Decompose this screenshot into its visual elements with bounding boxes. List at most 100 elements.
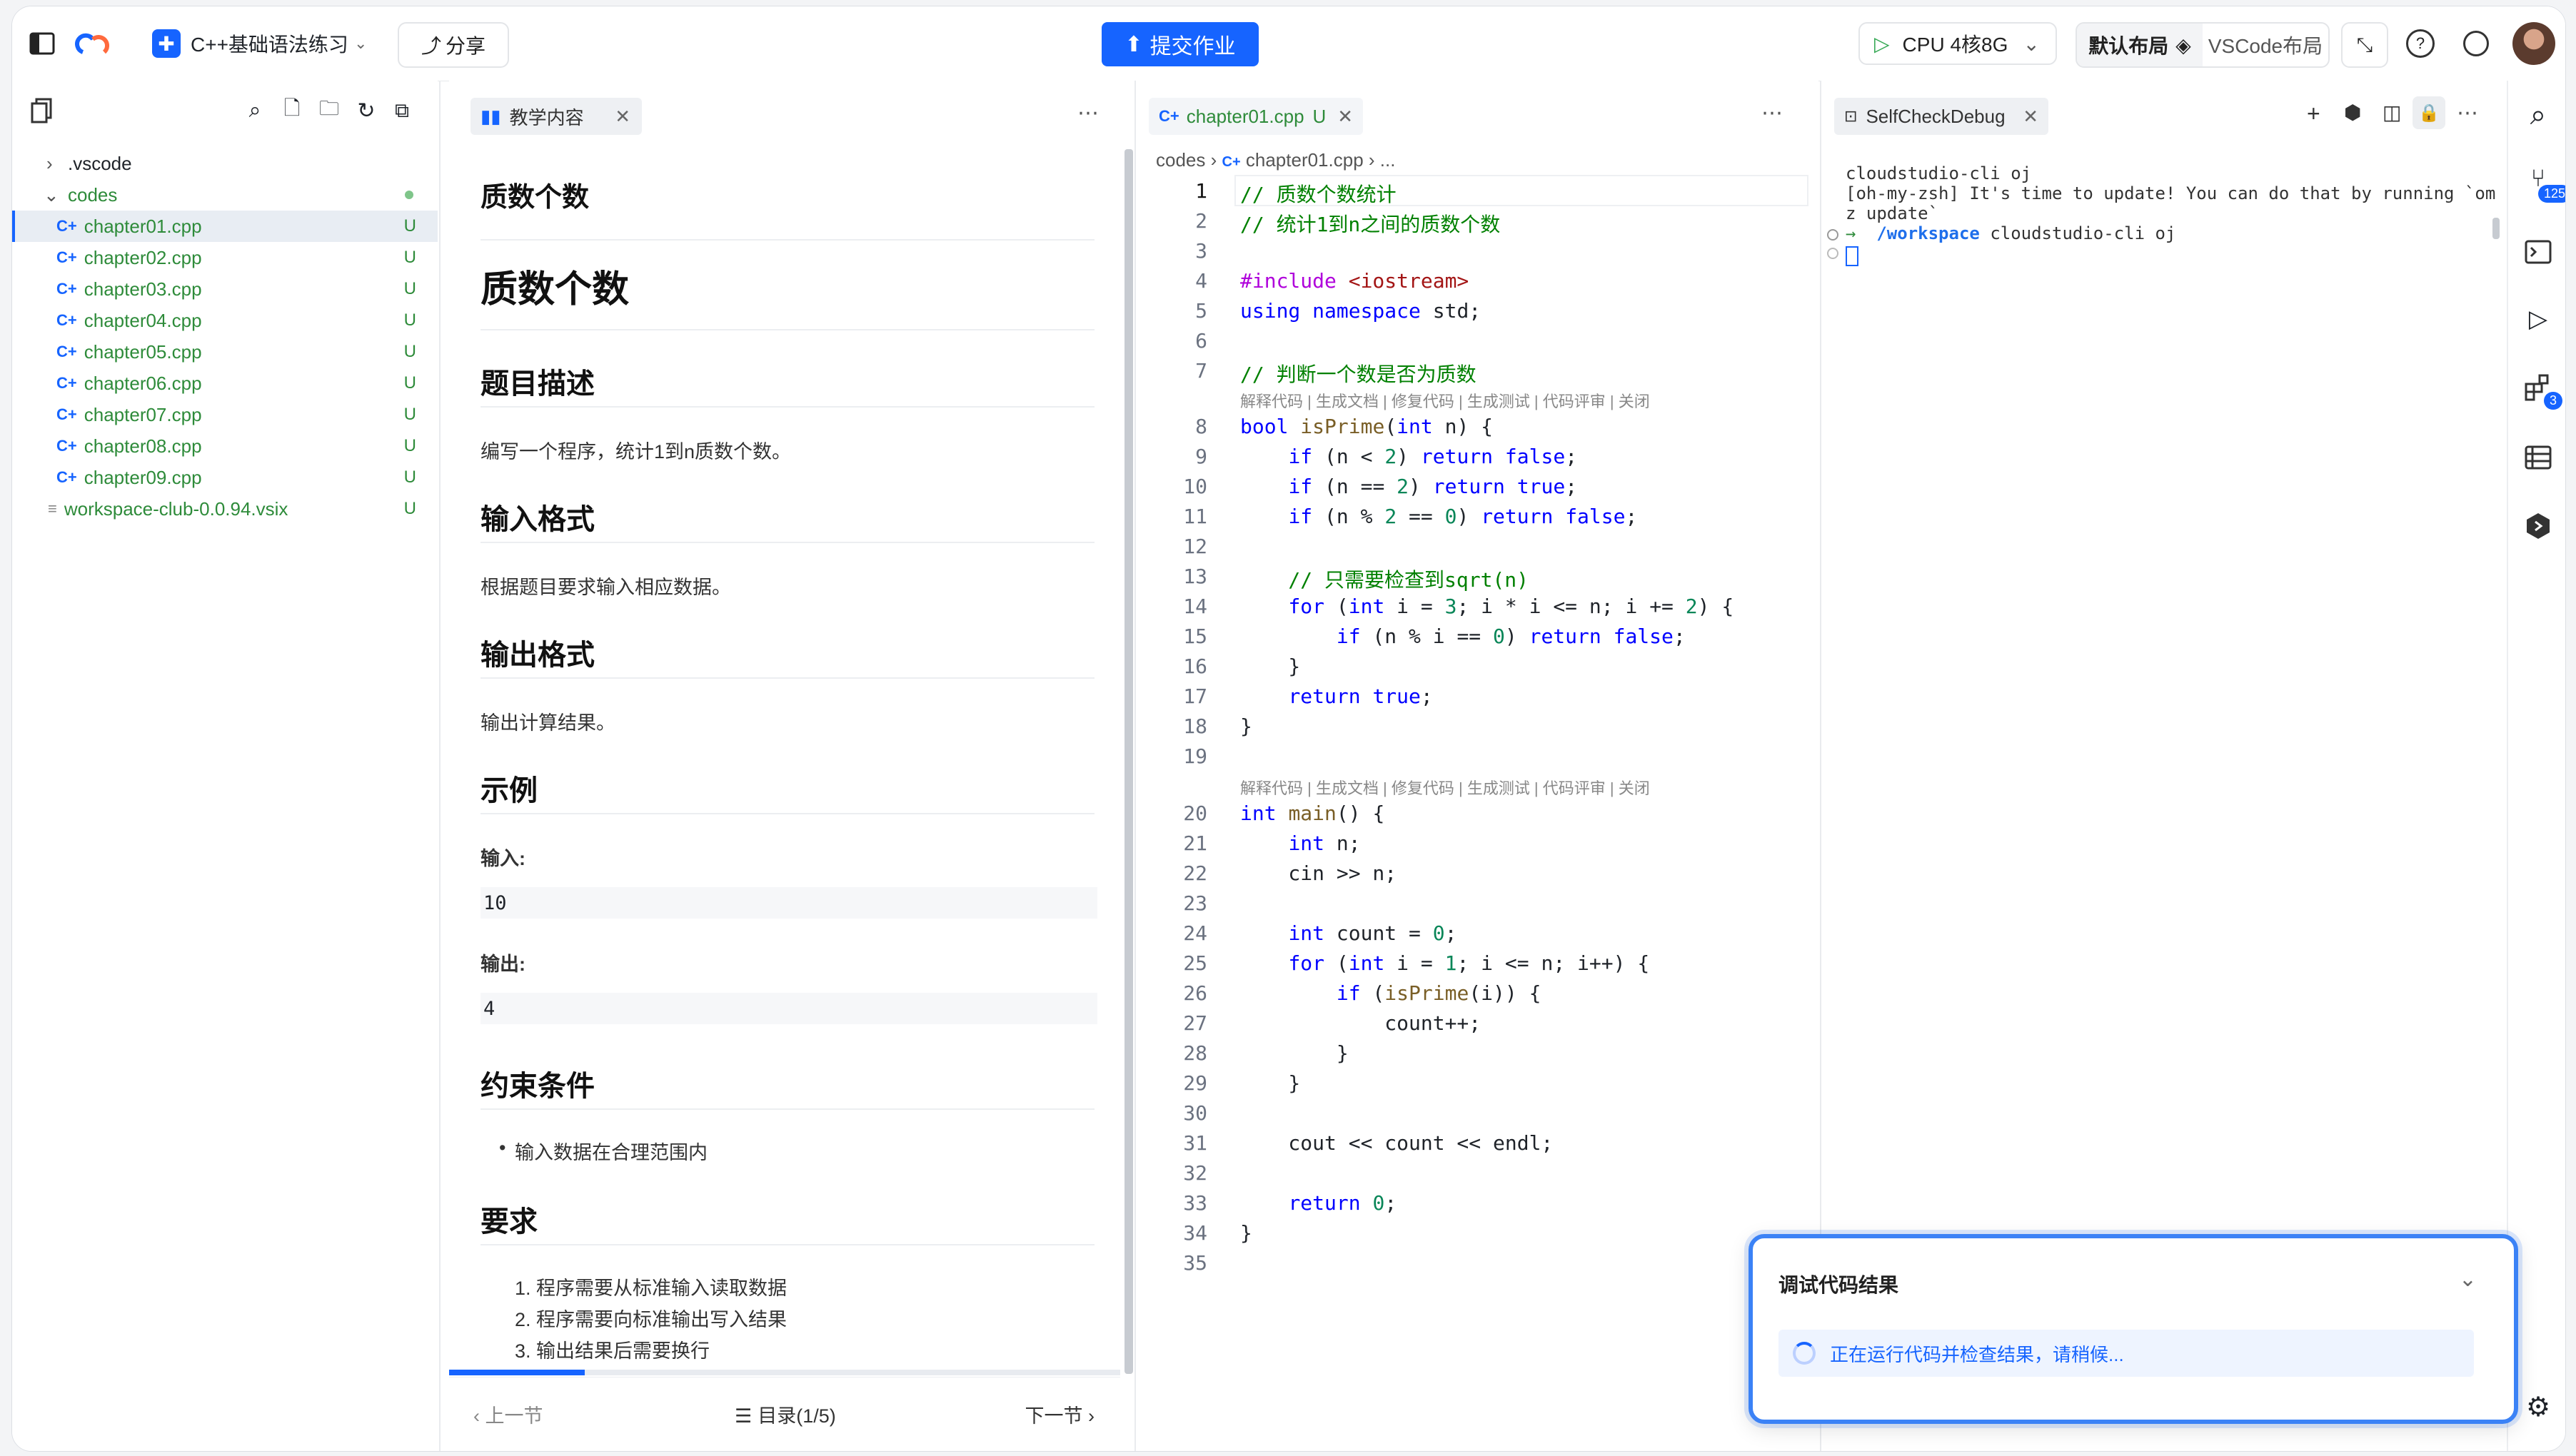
chevron-down-icon: ⌄ [44,183,59,206]
divider [481,813,1095,814]
line-number: 6 [1195,329,1207,353]
new-folder-icon[interactable]: 🗀 [313,95,345,126]
tree-file-row[interactable]: C+ chapter09.cpp U [12,462,438,493]
close-icon[interactable]: ✕ [2023,106,2038,128]
line-number: 11 [1183,505,1207,528]
ai-assistant-icon[interactable] [2524,512,2552,540]
code-line: // 统计1到n之间的质数个数 [1240,213,1501,236]
run-debug-icon[interactable]: ▷ [2524,305,2552,333]
collapse-icon: ⤡ [2356,33,2373,56]
layout-icon: ◈ [2175,34,2191,56]
reading-progress [449,1370,1120,1375]
chevron-right-icon: › [1368,149,1380,171]
code-line: for (int i = 3; i * i <= n; i += 2) { [1288,595,1734,618]
bullet-icon: • [499,1137,506,1158]
tree-file-row[interactable]: C+ chapter05.cpp U [12,336,438,368]
share-button[interactable]: ⤴ 分享 [398,22,509,68]
tree-folder-vscode[interactable]: › .vscode [12,148,438,179]
tree-file-row[interactable]: C+ chapter04.cpp U [12,305,438,336]
project-switcher[interactable]: ✚ C++基础语法练习 ⌄ [152,28,367,59]
lock-icon[interactable]: 🔒 [2413,96,2445,129]
section-heading: 约束条件 [481,1071,595,1102]
tab-label: SelfCheckDebug [1866,105,2006,127]
explorer-list-icon[interactable] [2524,443,2552,472]
loading-spinner-icon [1793,1342,1816,1365]
new-file-icon[interactable]: 🗋 [276,95,308,126]
more-actions-icon[interactable]: ⋯ [2457,101,2478,126]
next-section-button[interactable]: 下一节 › [1025,1400,1095,1428]
debug-result-popup: 调试代码结果 ⌄ 正在运行代码并检查结果，请稍候... [1749,1234,2518,1424]
tree-file-row[interactable]: C+ chapter01.cpp U [12,211,438,242]
code-line: if (n % i == 0) return false; [1336,625,1686,648]
code-line: cout << count << endl; [1240,1131,1554,1155]
help-button[interactable]: ? [2398,22,2442,65]
line-number: 32 [1183,1161,1207,1185]
terminal-icon[interactable] [2524,238,2552,266]
line-number: 29 [1183,1071,1207,1095]
line-number: 26 [1183,981,1207,1005]
tree-file-row[interactable]: C+ chapter03.cpp U [12,273,438,305]
tree-file-row[interactable]: C+ chapter08.cpp U [12,430,438,462]
chevron-down-icon: ⌄ [353,34,368,52]
breadcrumb-item[interactable]: chapter01.cpp [1246,149,1364,171]
tab-chapter01[interactable]: C+ chapter01.cpp U ✕ [1149,98,1363,135]
gear-icon[interactable]: ⚙ [2524,1391,2552,1422]
line-number: 13 [1183,565,1207,588]
avatar[interactable] [2512,22,2555,65]
requirement-item: 1. 程序需要从标准输入读取数据 [515,1278,788,1299]
collapse-all-icon[interactable]: ⧉ [386,95,418,126]
more-actions-icon[interactable]: ⋯ [1077,101,1099,126]
tree-item-label: chapter02.cpp [84,246,202,268]
code-line: } [1240,1071,1301,1095]
layout-default-option[interactable]: 默认布局 ◈ [2077,24,2203,66]
doc-scrollbar[interactable] [1125,149,1133,1374]
chevron-right-icon: › [1210,149,1222,171]
terminal-scrollbar[interactable] [2492,218,2500,239]
git-status: U [1312,105,1327,127]
codelens-actions[interactable]: 解释代码 | 生成文档 | 修复代码 | 生成测试 | 代码评审 | 关闭 [1240,776,1650,799]
tree-file-row[interactable]: ≡ workspace-club-0.0.94.vsix U [12,493,438,525]
extensions-badge: 3 [2544,392,2563,410]
split-icon[interactable]: ◫ [2383,101,2401,124]
toc-button[interactable]: ☰ 目录(1/5) [735,1400,836,1428]
tree-file-row[interactable]: C+ chapter07.cpp U [12,399,438,430]
close-icon[interactable]: ✕ [615,106,630,128]
project-name: C++基础语法练习 [191,34,348,56]
code-line: // 只需要检查到sqrt(n) [1240,568,1529,592]
close-icon[interactable]: ✕ [1337,106,1353,128]
toggle-sidebar-icon[interactable] [26,28,58,59]
tree-file-row[interactable]: C+ chapter06.cpp U [12,368,438,399]
search-icon[interactable]: ⌕ [239,95,271,126]
more-actions-icon[interactable]: ⋯ [1761,101,1783,126]
chevron-down-icon[interactable]: ⌄ [2459,1267,2477,1292]
refresh-icon[interactable]: ↻ [351,95,382,126]
prev-section-button[interactable]: ‹ 上一节 [473,1400,543,1428]
toc-label: 目录(1/5) [758,1405,836,1427]
example-output-value: 4 [481,993,1097,1024]
tab-lesson[interactable]: ▮▮ 教学内容 ✕ [471,98,642,135]
collapse-button[interactable]: ⤡ [2341,22,2388,68]
tree-item-label: chapter03.cpp [84,278,202,300]
search-icon[interactable]: ⌕ [2524,99,2552,131]
breadcrumb-item[interactable]: ... [1380,149,1396,171]
file-icon: ≡ [48,500,57,517]
code-line: if (isPrime(i)) { [1336,981,1541,1005]
chat-button[interactable] [2454,22,2498,65]
lesson-panel: ▮▮ 教学内容 ✕ ⋯ 质数个数 质数个数 题目描述 编写一个程序，统计1到n质… [449,81,1134,1451]
gear-icon[interactable]: ⬢ [2344,101,2361,124]
submit-assignment-button[interactable]: ⬆ 提交作业 [1102,22,1259,66]
files-icon[interactable] [26,95,58,126]
code-line: // 质数个数统计 [1240,183,1397,206]
tree-folder-codes[interactable]: ⌄ codes [12,179,438,211]
add-icon[interactable]: + [2307,101,2320,127]
breadcrumb-item[interactable]: codes [1156,149,1205,171]
cpu-selector[interactable]: ▷ CPU 4核8G ⌄ [1858,22,2057,65]
run-status-icon: ▷ [1874,32,1890,55]
codelens-actions[interactable]: 解释代码 | 生成文档 | 修复代码 | 生成测试 | 代码评审 | 关闭 [1240,389,1650,412]
layout-vscode-option[interactable]: VSCode布局 [2203,24,2328,66]
tab-selfcheckdebug[interactable]: ⊡ SelfCheckDebug ✕ [1834,98,2048,135]
git-status: U [403,499,416,518]
line-number: 33 [1183,1191,1207,1215]
tree-file-row[interactable]: C+ chapter02.cpp U [12,242,438,273]
cpp-file-icon: C+ [56,248,77,266]
